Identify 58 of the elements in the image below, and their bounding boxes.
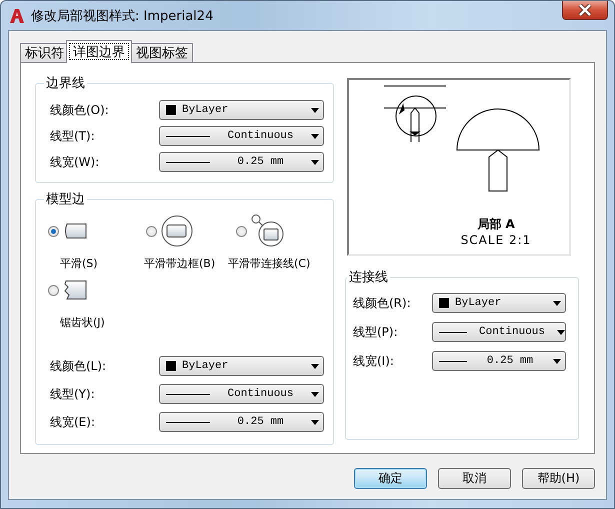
dropdown-arrow-icon bbox=[311, 364, 319, 368]
dropdown-arrow-icon bbox=[311, 160, 319, 164]
radio-button[interactable] bbox=[48, 284, 59, 296]
radio-button[interactable] bbox=[146, 226, 157, 236]
close-button[interactable] bbox=[562, 1, 608, 20]
radio-label[interactable]: 平滑带边框(B) bbox=[144, 256, 216, 271]
radio-label[interactable]: 平滑带连接线(C) bbox=[228, 256, 310, 271]
dropdown-arrow-icon bbox=[553, 300, 561, 306]
dropdown[interactable]: Continuous bbox=[159, 126, 324, 146]
line-sample-icon bbox=[439, 360, 467, 362]
framed-rect-icon bbox=[161, 215, 193, 247]
connected-rect-icon bbox=[251, 214, 285, 248]
radio-button[interactable] bbox=[48, 226, 59, 236]
dialog-button[interactable]: 确定 bbox=[354, 468, 427, 489]
radio-label[interactable]: 平滑(S) bbox=[60, 256, 98, 271]
group-title: 连接线 bbox=[348, 269, 389, 286]
tab[interactable]: 详图边界 bbox=[66, 40, 132, 63]
jagged-rect-icon bbox=[63, 280, 87, 300]
group-title: 模型边 bbox=[45, 191, 86, 208]
dropdown-arrow-icon bbox=[311, 108, 319, 112]
dialog-button[interactable]: 取消 bbox=[438, 468, 511, 489]
field-label: 线型(Y): bbox=[50, 386, 95, 402]
preview-title: 局部 A bbox=[476, 216, 516, 232]
color-swatch-icon bbox=[166, 105, 176, 115]
field-label: 线型(P): bbox=[353, 324, 398, 340]
dropdown-arrow-icon bbox=[311, 392, 320, 396]
close-icon bbox=[578, 4, 592, 16]
field-label: 线颜色(L): bbox=[50, 358, 106, 374]
field-label: 线宽(W): bbox=[50, 154, 100, 170]
tab[interactable]: 标识符 bbox=[20, 43, 69, 62]
radio-button[interactable] bbox=[236, 226, 247, 236]
dropdown[interactable]: Continuous bbox=[432, 322, 566, 342]
dropdown[interactable]: Continuous bbox=[159, 384, 324, 404]
dropdown-arrow-icon bbox=[311, 420, 319, 424]
color-swatch-icon bbox=[439, 298, 449, 308]
dropdown[interactable]: 0.25 mm bbox=[432, 351, 566, 371]
radio-label[interactable]: 锯齿状(J) bbox=[60, 315, 105, 330]
field-label: 线型(T): bbox=[50, 128, 95, 144]
field-label: 线颜色(R): bbox=[353, 294, 411, 312]
color-swatch-icon bbox=[166, 361, 176, 371]
dropdown[interactable]: ByLayer bbox=[432, 293, 566, 313]
dropdown[interactable]: ByLayer bbox=[159, 100, 324, 120]
dialog-button[interactable]: 帮助(H) bbox=[522, 468, 595, 489]
dropdown[interactable]: 0.25 mm bbox=[159, 412, 324, 432]
field-label: 线颜色(O): bbox=[50, 102, 109, 118]
field-label: 线宽(E): bbox=[50, 414, 95, 430]
dropdown-arrow-icon bbox=[553, 358, 561, 364]
rounded-rect-icon bbox=[63, 223, 87, 239]
field-label: 线宽(I): bbox=[353, 352, 394, 370]
dropdown-arrow-icon bbox=[311, 134, 320, 138]
tab[interactable]: 视图标签 bbox=[131, 43, 193, 62]
group-title: 边界线 bbox=[45, 75, 86, 92]
dropdown-arrow-icon bbox=[557, 330, 566, 334]
window-title: 修改局部视图样式: Imperial24 bbox=[31, 8, 214, 24]
app-icon bbox=[9, 8, 25, 24]
dropdown[interactable]: 0.25 mm bbox=[159, 152, 324, 172]
dropdown[interactable]: ByLayer bbox=[159, 356, 324, 376]
preview-scale: SCALE 2:1 bbox=[460, 232, 532, 248]
